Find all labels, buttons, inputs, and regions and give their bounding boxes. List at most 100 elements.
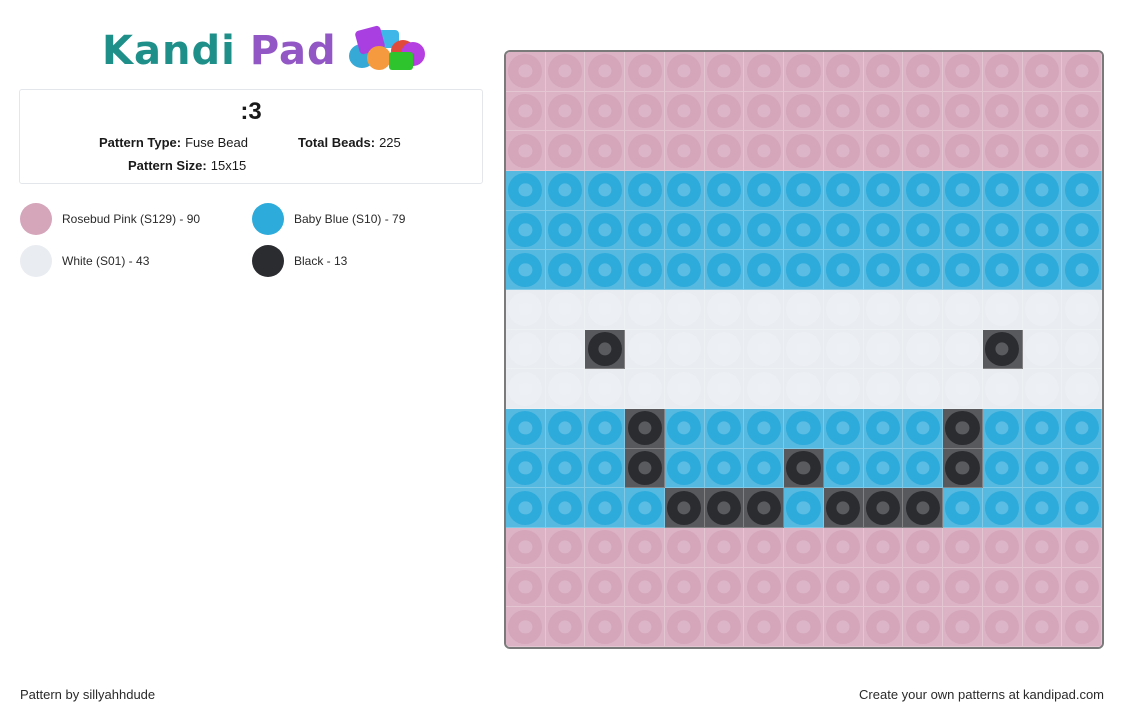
bead <box>784 369 824 409</box>
bead <box>943 329 983 370</box>
bead <box>744 131 785 171</box>
bead <box>903 607 944 647</box>
bead <box>943 607 983 647</box>
bead <box>903 567 944 608</box>
bead <box>1022 210 1063 251</box>
bead <box>784 131 824 171</box>
bead <box>1022 131 1063 171</box>
bead <box>744 567 785 608</box>
bead <box>506 329 546 370</box>
bead <box>863 488 904 528</box>
bead <box>625 528 665 568</box>
bead <box>982 250 1023 290</box>
bead <box>784 52 824 92</box>
pattern-info-card: :3 Pattern Type: Fuse Bead Total Beads: 22… <box>19 89 483 184</box>
pattern-title: :3 <box>240 98 262 125</box>
bead <box>1022 409 1063 449</box>
bead <box>1062 52 1102 92</box>
bead <box>943 567 983 608</box>
bead <box>744 369 785 409</box>
bead <box>982 131 1023 171</box>
bead <box>625 329 665 370</box>
bead <box>744 210 785 251</box>
bead <box>545 448 586 489</box>
bead <box>823 448 864 489</box>
bead <box>506 528 546 568</box>
bead <box>863 567 904 608</box>
bead <box>982 448 1023 489</box>
bead <box>664 448 705 489</box>
bead <box>664 290 705 330</box>
bead <box>664 409 705 449</box>
bead <box>982 409 1023 449</box>
bead <box>982 369 1023 409</box>
color-swatch <box>20 203 52 235</box>
bead <box>704 369 745 409</box>
bead <box>943 171 983 211</box>
bead <box>585 567 626 608</box>
bead <box>704 290 745 330</box>
bead <box>1022 488 1063 528</box>
bead <box>744 52 785 92</box>
pattern-type-label: Pattern Type: <box>99 135 182 150</box>
bead <box>625 171 665 211</box>
bead <box>903 250 944 290</box>
legend-label: Black - 13 <box>294 254 348 268</box>
kandipad-promo-link[interactable]: Create your own patterns at kandipad.com <box>859 687 1104 702</box>
bead <box>943 290 983 330</box>
bead <box>1022 448 1063 489</box>
bead <box>784 171 824 211</box>
bead <box>704 329 745 370</box>
bead-pattern-board <box>504 50 1104 649</box>
bead <box>585 369 626 409</box>
bead <box>506 369 546 409</box>
bead <box>625 607 665 647</box>
bead <box>943 91 983 132</box>
legend-label: Rosebud Pink (S129) - 90 <box>62 212 201 226</box>
bead <box>982 528 1023 568</box>
kandipad-logo[interactable]: Kandi Pad <box>102 25 425 76</box>
bead <box>625 91 665 132</box>
bead <box>664 250 705 290</box>
bead <box>943 369 983 409</box>
logo-text-kandi: Kandi <box>102 28 236 74</box>
bead <box>903 528 944 568</box>
bead <box>1022 607 1063 647</box>
bead <box>585 528 626 568</box>
bead <box>863 91 904 132</box>
legend-label: Baby Blue (S10) - 79 <box>294 212 406 226</box>
bead <box>664 528 705 568</box>
bead <box>903 91 944 132</box>
bead <box>903 210 944 251</box>
bead <box>545 567 586 608</box>
bead <box>943 52 983 92</box>
bead <box>625 567 665 608</box>
bead <box>903 290 944 330</box>
color-swatch <box>252 245 284 277</box>
bead <box>744 250 785 290</box>
bead <box>506 52 546 92</box>
bead <box>784 448 824 489</box>
bead <box>863 290 904 330</box>
total-beads-label: Total Beads: <box>298 135 376 150</box>
bead <box>823 131 864 171</box>
bead <box>545 290 586 330</box>
bead <box>823 409 864 449</box>
bead <box>863 409 904 449</box>
bead <box>784 329 824 370</box>
bead <box>863 607 904 647</box>
bead <box>744 290 785 330</box>
bead <box>744 409 785 449</box>
bead <box>1062 607 1102 647</box>
bead <box>1062 369 1102 409</box>
bead <box>943 210 983 251</box>
bead <box>704 250 745 290</box>
bead <box>1062 409 1102 449</box>
bead <box>506 488 546 528</box>
bead <box>863 52 904 92</box>
bead <box>545 210 586 251</box>
bead <box>704 131 745 171</box>
bead <box>982 52 1023 92</box>
bead <box>903 329 944 370</box>
bead <box>903 52 944 92</box>
